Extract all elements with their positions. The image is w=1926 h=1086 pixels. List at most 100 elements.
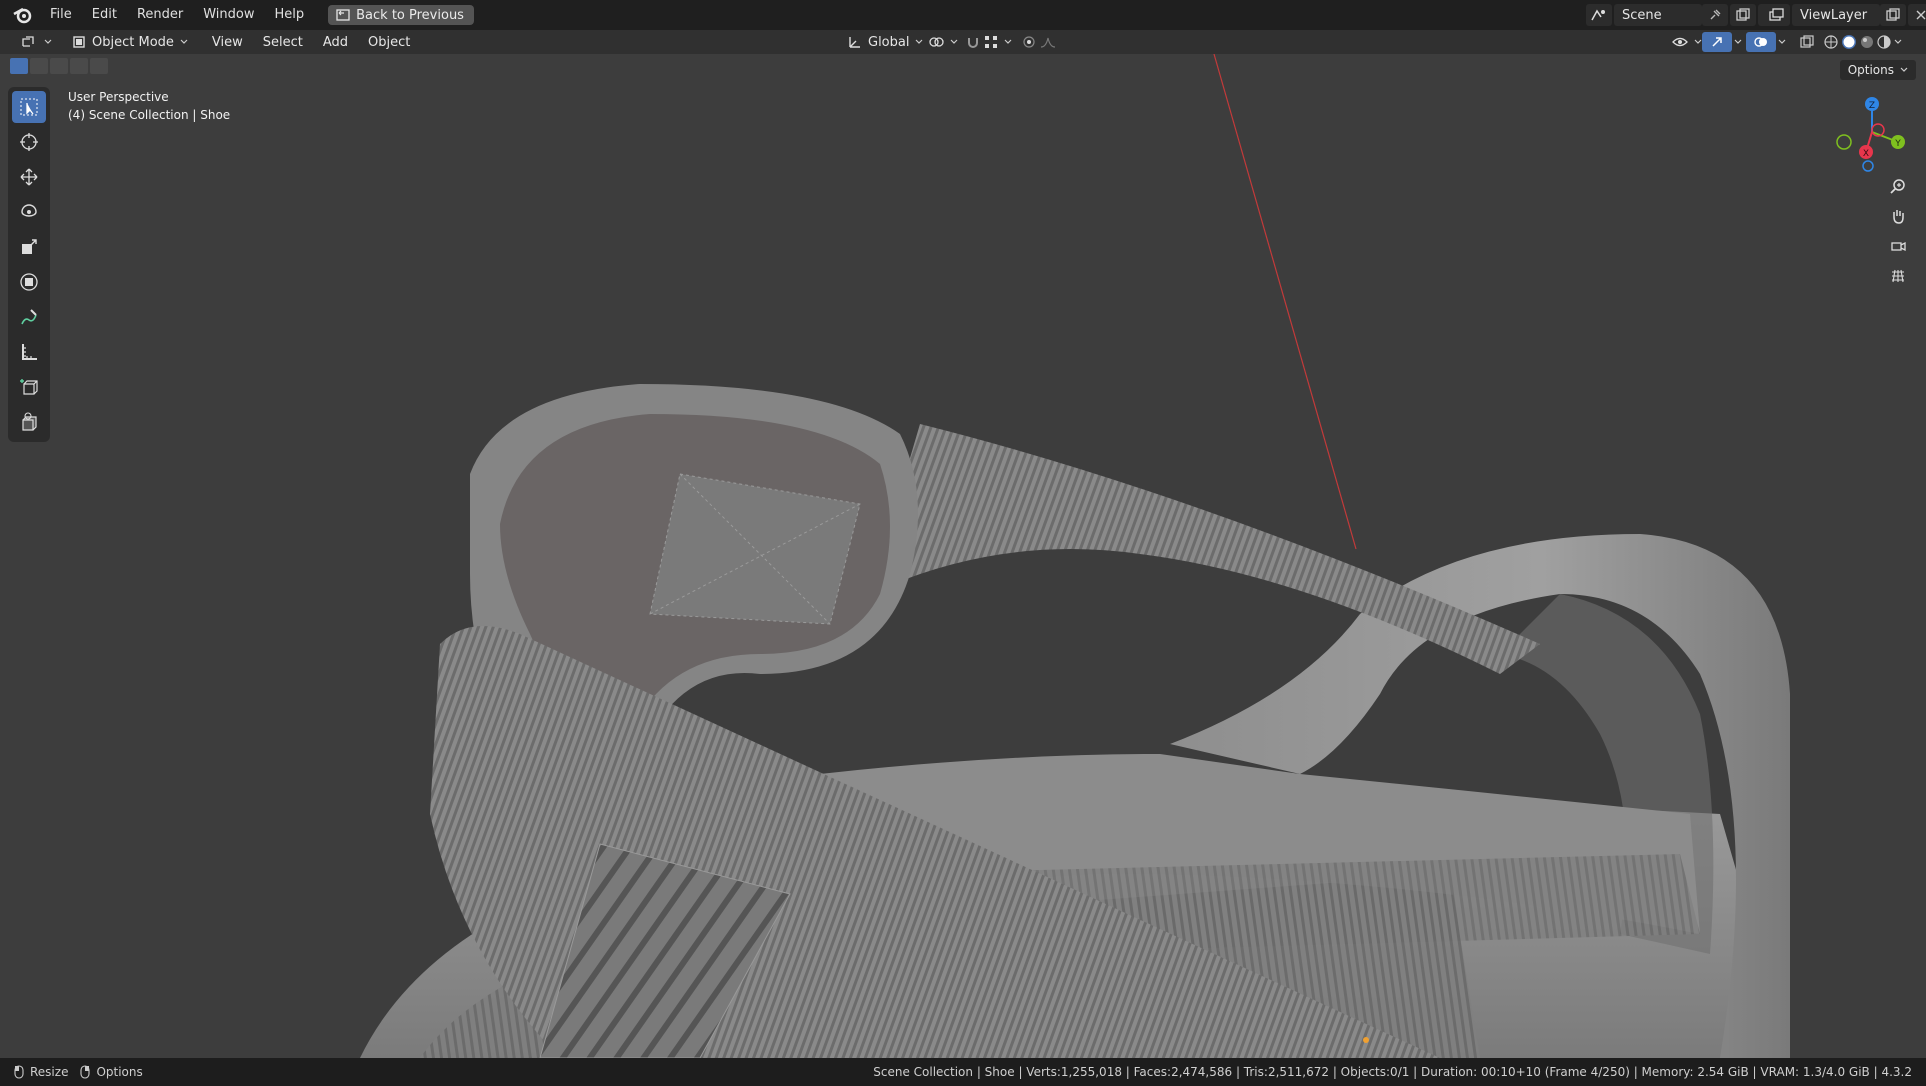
duplicate-icon: [1736, 8, 1750, 21]
options-dropdown[interactable]: Options: [1839, 60, 1916, 80]
select-new-button[interactable]: [10, 58, 28, 74]
scene-pin-button[interactable]: [1702, 4, 1728, 26]
editor-type-dropdown[interactable]: [12, 32, 60, 52]
shading-mode-group: [1816, 32, 1910, 52]
select-subtract-button[interactable]: [50, 58, 68, 74]
tool-select-box[interactable]: [12, 91, 46, 123]
viewlayer-name-field[interactable]: ViewLayer: [1792, 4, 1880, 26]
tool-add-object[interactable]: [12, 406, 46, 438]
snap-increment-icon: [985, 36, 997, 48]
viewlayer-browse-button[interactable]: [1764, 4, 1790, 26]
tool-annotate[interactable]: [12, 301, 46, 333]
tool-scale[interactable]: [12, 231, 46, 263]
tool-transform[interactable]: [12, 266, 46, 298]
material-shading-icon[interactable]: [1860, 35, 1874, 49]
orientation-global-icon: [849, 37, 860, 48]
3d-viewport[interactable]: User Perspective (4) Scene Collection | …: [0, 54, 1926, 1058]
transform-orientation-label: Global: [868, 34, 910, 50]
origin-marker: [1363, 1037, 1369, 1043]
overlays-icon: [1754, 37, 1767, 47]
scene-browse-button[interactable]: [1586, 4, 1612, 26]
status-resize-label: Resize: [30, 1065, 69, 1079]
tool-cursor[interactable]: [12, 126, 46, 158]
strap-mesh: [870, 424, 1540, 674]
gizmo-icon: [1712, 37, 1722, 47]
chevron-down-icon: [44, 39, 52, 44]
back-to-previous-label: Back to Previous: [356, 7, 464, 23]
select-extend-button[interactable]: [30, 58, 48, 74]
menu-edit[interactable]: Edit: [82, 0, 127, 30]
menu-window[interactable]: Window: [193, 0, 264, 30]
viewlayer-remove-button[interactable]: [1908, 4, 1926, 26]
wireframe-shading-icon[interactable]: [1824, 35, 1838, 49]
viewlayer-selector: ViewLayer: [1764, 4, 1926, 26]
transform-icon: [20, 273, 38, 291]
menu-object[interactable]: Object: [358, 35, 420, 50]
menu-file[interactable]: File: [40, 0, 82, 30]
add-cube-icon: [20, 379, 38, 395]
scale-icon: [22, 239, 37, 254]
ortho-toggle-button[interactable]: [1884, 262, 1912, 290]
navigation-gizmo[interactable]: Z Y X: [1826, 92, 1916, 172]
pivot-icon: [929, 37, 944, 47]
falloff-curve-icon: [1040, 37, 1056, 48]
pan-button[interactable]: [1884, 202, 1912, 230]
chevron-down-icon[interactable]: [1894, 39, 1902, 45]
status-options-label: Options: [96, 1065, 143, 1079]
chevron-down-icon: [1004, 39, 1012, 44]
tool-rotate[interactable]: [12, 196, 46, 228]
menu-add[interactable]: Add: [313, 35, 358, 50]
scene-selector: Scene: [1586, 4, 1786, 26]
menu-select[interactable]: Select: [253, 35, 313, 50]
perspective-label: User Perspective: [68, 90, 169, 104]
solid-shading-icon[interactable]: [1841, 34, 1857, 50]
viewport-scene: [360, 54, 1790, 1058]
rendered-shading-icon[interactable]: [1877, 35, 1891, 49]
chevron-down-icon: [1694, 39, 1702, 44]
zoom-icon: [1890, 179, 1905, 194]
screen-back-icon: [336, 9, 350, 21]
object-mode-icon: [73, 36, 85, 48]
overlays-dropdown[interactable]: [1770, 32, 1794, 52]
viewlayer-new-button[interactable]: [1880, 4, 1906, 26]
scene-name: Scene: [1622, 7, 1662, 23]
close-icon: [1916, 10, 1926, 20]
pin-icon: [1710, 9, 1721, 20]
back-to-previous-button[interactable]: Back to Previous: [328, 5, 474, 25]
annotate-pencil-icon: [21, 309, 37, 325]
zoom-button[interactable]: [1884, 172, 1912, 200]
top-menu-bar: File Edit Render Window Help Back to Pre…: [0, 0, 1926, 30]
proportional-falloff-dropdown[interactable]: [1032, 32, 1066, 52]
mouse-right-icon: [80, 1065, 91, 1079]
x-axis-line: [1213, 54, 1357, 550]
gizmo-z-label: Z: [1869, 101, 1875, 111]
chevron-down-icon: [1734, 39, 1742, 44]
object-mode-dropdown[interactable]: Object Mode: [64, 32, 196, 52]
transform-orientation-dropdown[interactable]: Global: [840, 32, 931, 52]
menu-help[interactable]: Help: [265, 0, 315, 30]
scene-new-button[interactable]: [1730, 4, 1756, 26]
menu-view[interactable]: View: [202, 35, 253, 50]
xray-icon: [1800, 35, 1814, 48]
duplicate-icon: [1886, 8, 1900, 21]
3d-viewport-icon: [22, 36, 34, 47]
tool-measure[interactable]: [12, 336, 46, 368]
options-label: Options: [1847, 63, 1894, 77]
blender-logo-icon[interactable]: [12, 4, 34, 26]
chevron-down-icon: [950, 39, 958, 44]
scene-icon: [1591, 9, 1605, 21]
gizmo-x-label: X: [1863, 149, 1869, 159]
render-layers-icon: [1769, 8, 1784, 21]
tool-move[interactable]: [12, 161, 46, 193]
move-icon: [20, 168, 38, 186]
menu-render[interactable]: Render: [127, 0, 193, 30]
select-invert-button[interactable]: [70, 58, 88, 74]
camera-view-button[interactable]: [1884, 232, 1912, 260]
viewport-info: User Perspective (4) Scene Collection | …: [68, 88, 230, 124]
gizmo-y-label: Y: [1894, 139, 1901, 149]
scene-name-field[interactable]: Scene: [1614, 4, 1702, 26]
select-intersect-button[interactable]: [90, 58, 108, 74]
tool-add-cube[interactable]: [12, 371, 46, 403]
mouse-left-icon: [14, 1065, 24, 1079]
select-box-icon: [20, 98, 38, 116]
